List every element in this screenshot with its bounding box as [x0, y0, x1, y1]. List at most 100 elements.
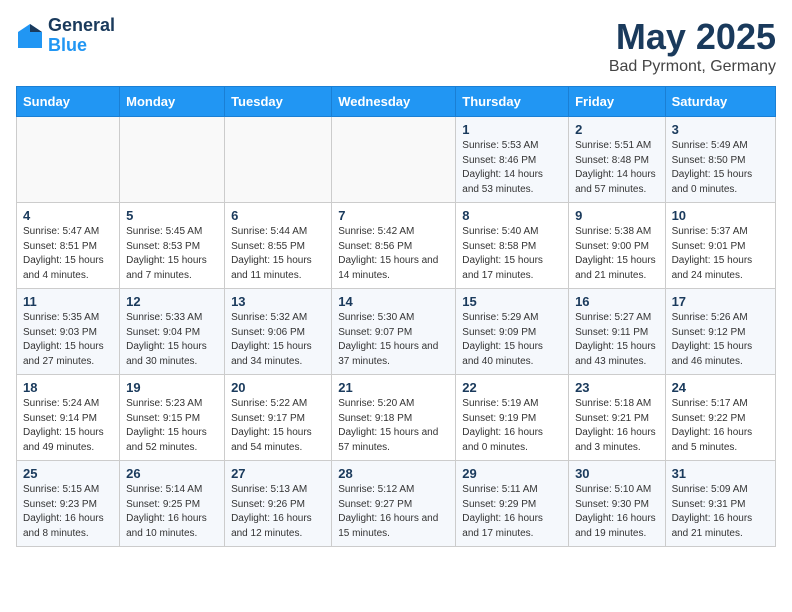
calendar-week-row: 25 Sunrise: 5:15 AM Sunset: 9:23 PM Dayli… — [17, 461, 776, 547]
day-number: 30 — [575, 466, 658, 481]
main-title: May 2025 — [609, 16, 776, 58]
calendar-cell: 12 Sunrise: 5:33 AM Sunset: 9:04 PM Dayli… — [120, 289, 225, 375]
col-header-sunday: Sunday — [17, 87, 120, 117]
day-number: 14 — [338, 294, 449, 309]
day-number: 24 — [672, 380, 769, 395]
calendar-cell: 5Sunrise: 5:45 AM Sunset: 8:53 PM Daylig… — [120, 203, 225, 289]
day-number: 19 — [126, 380, 218, 395]
calendar-cell: 3 Sunrise: 5:49 AM Sunset: 8:50 PM Daylig… — [665, 117, 775, 203]
calendar-cell: 10 Sunrise: 5:37 AM Sunset: 9:01 PM Dayli… — [665, 203, 775, 289]
calendar-week-row: 1Sunrise: 5:53 AM Sunset: 8:46 PM Daylig… — [17, 117, 776, 203]
calendar-cell: 28 Sunrise: 5:12 AM Sunset: 9:27 PM Dayli… — [332, 461, 456, 547]
day-number: 18 — [23, 380, 113, 395]
day-number: 11 — [23, 294, 113, 309]
calendar-cell: 15 Sunrise: 5:29 AM Sunset: 9:09 PM Dayli… — [456, 289, 569, 375]
calendar-cell: 18Sunrise: 5:24 AM Sunset: 9:14 PM Dayli… — [17, 375, 120, 461]
day-number: 31 — [672, 466, 769, 481]
logo-text: General Blue — [48, 16, 115, 56]
day-number: 29 — [462, 466, 562, 481]
day-number: 16 — [575, 294, 658, 309]
col-header-wednesday: Wednesday — [332, 87, 456, 117]
day-detail: Sunrise: 5:26 AM Sunset: 9:12 PM Dayligh… — [672, 312, 753, 367]
day-number: 2 — [575, 122, 658, 137]
day-number: 12 — [126, 294, 218, 309]
calendar-cell — [17, 117, 120, 203]
col-header-friday: Friday — [569, 87, 665, 117]
day-number: 25 — [23, 466, 113, 481]
calendar-cell: 17 Sunrise: 5:26 AM Sunset: 9:12 PM Dayli… — [665, 289, 775, 375]
col-header-thursday: Thursday — [456, 87, 569, 117]
calendar-cell: 22 Sunrise: 5:19 AM Sunset: 9:19 PM Dayli… — [456, 375, 569, 461]
calendar-cell: 14 Sunrise: 5:30 AM Sunset: 9:07 PM Dayli… — [332, 289, 456, 375]
page-header: General Blue May 2025 Bad Pyrmont, Germa… — [16, 16, 776, 76]
day-detail: Sunrise: 5:47 AM Sunset: 8:51 PM Dayligh… — [23, 226, 104, 281]
day-number: 26 — [126, 466, 218, 481]
day-detail: Sunrise: 5:14 AM Sunset: 9:25 PM Dayligh… — [126, 484, 207, 539]
calendar-cell: 30Sunrise: 5:10 AM Sunset: 9:30 PM Dayli… — [569, 461, 665, 547]
day-detail: Sunrise: 5:49 AM Sunset: 8:50 PM Dayligh… — [672, 140, 753, 195]
col-header-monday: Monday — [120, 87, 225, 117]
day-number: 3 — [672, 122, 769, 137]
col-header-tuesday: Tuesday — [225, 87, 332, 117]
day-detail: Sunrise: 5:38 AM Sunset: 9:00 PM Dayligh… — [575, 226, 656, 281]
calendar-cell: 8 Sunrise: 5:40 AM Sunset: 8:58 PM Daylig… — [456, 203, 569, 289]
day-number: 15 — [462, 294, 562, 309]
day-number: 22 — [462, 380, 562, 395]
calendar-cell: 21 Sunrise: 5:20 AM Sunset: 9:18 PM Dayli… — [332, 375, 456, 461]
calendar-cell: 19Sunrise: 5:23 AM Sunset: 9:15 PM Dayli… — [120, 375, 225, 461]
calendar-cell: 25 Sunrise: 5:15 AM Sunset: 9:23 PM Dayli… — [17, 461, 120, 547]
day-number: 8 — [462, 208, 562, 223]
day-detail: Sunrise: 5:32 AM Sunset: 9:06 PM Dayligh… — [231, 312, 312, 367]
day-detail: Sunrise: 5:30 AM Sunset: 9:07 PM Dayligh… — [338, 312, 438, 367]
day-number: 13 — [231, 294, 325, 309]
col-header-saturday: Saturday — [665, 87, 775, 117]
calendar-cell: 13 Sunrise: 5:32 AM Sunset: 9:06 PM Dayli… — [225, 289, 332, 375]
day-detail: Sunrise: 5:53 AM Sunset: 8:46 PM Dayligh… — [462, 140, 543, 195]
day-detail: Sunrise: 5:29 AM Sunset: 9:09 PM Dayligh… — [462, 312, 543, 367]
calendar-cell: 1Sunrise: 5:53 AM Sunset: 8:46 PM Daylig… — [456, 117, 569, 203]
calendar-cell: 4Sunrise: 5:47 AM Sunset: 8:51 PM Daylig… — [17, 203, 120, 289]
logo-icon — [16, 22, 44, 50]
day-detail: Sunrise: 5:42 AM Sunset: 8:56 PM Dayligh… — [338, 226, 438, 281]
calendar-cell: 2Sunrise: 5:51 AM Sunset: 8:48 PM Daylig… — [569, 117, 665, 203]
calendar-week-row: 4Sunrise: 5:47 AM Sunset: 8:51 PM Daylig… — [17, 203, 776, 289]
calendar-cell: 29 Sunrise: 5:11 AM Sunset: 9:29 PM Dayli… — [456, 461, 569, 547]
calendar-cell: 6Sunrise: 5:44 AM Sunset: 8:55 PM Daylig… — [225, 203, 332, 289]
day-detail: Sunrise: 5:20 AM Sunset: 9:18 PM Dayligh… — [338, 398, 438, 453]
day-detail: Sunrise: 5:40 AM Sunset: 8:58 PM Dayligh… — [462, 226, 543, 281]
calendar-cell: 11Sunrise: 5:35 AM Sunset: 9:03 PM Dayli… — [17, 289, 120, 375]
day-number: 27 — [231, 466, 325, 481]
calendar-cell: 24Sunrise: 5:17 AM Sunset: 9:22 PM Dayli… — [665, 375, 775, 461]
day-detail: Sunrise: 5:44 AM Sunset: 8:55 PM Dayligh… — [231, 226, 312, 281]
logo: General Blue — [16, 16, 115, 56]
day-number: 7 — [338, 208, 449, 223]
day-detail: Sunrise: 5:27 AM Sunset: 9:11 PM Dayligh… — [575, 312, 656, 367]
title-area: May 2025 Bad Pyrmont, Germany — [609, 16, 776, 76]
day-number: 9 — [575, 208, 658, 223]
day-detail: Sunrise: 5:19 AM Sunset: 9:19 PM Dayligh… — [462, 398, 543, 453]
calendar-header-row: SundayMondayTuesdayWednesdayThursdayFrid… — [17, 87, 776, 117]
day-number: 17 — [672, 294, 769, 309]
day-number: 28 — [338, 466, 449, 481]
calendar-cell: 16 Sunrise: 5:27 AM Sunset: 9:11 PM Dayli… — [569, 289, 665, 375]
logo-blue: Blue — [48, 36, 115, 56]
calendar-cell: 7 Sunrise: 5:42 AM Sunset: 8:56 PM Daylig… — [332, 203, 456, 289]
day-detail: Sunrise: 5:11 AM Sunset: 9:29 PM Dayligh… — [462, 484, 543, 539]
calendar-cell: 23Sunrise: 5:18 AM Sunset: 9:21 PM Dayli… — [569, 375, 665, 461]
day-detail: Sunrise: 5:37 AM Sunset: 9:01 PM Dayligh… — [672, 226, 753, 281]
day-number: 10 — [672, 208, 769, 223]
day-detail: Sunrise: 5:15 AM Sunset: 9:23 PM Dayligh… — [23, 484, 104, 539]
calendar-cell: 27Sunrise: 5:13 AM Sunset: 9:26 PM Dayli… — [225, 461, 332, 547]
calendar-week-row: 18Sunrise: 5:24 AM Sunset: 9:14 PM Dayli… — [17, 375, 776, 461]
day-number: 23 — [575, 380, 658, 395]
day-detail: Sunrise: 5:33 AM Sunset: 9:04 PM Dayligh… — [126, 312, 207, 367]
day-detail: Sunrise: 5:22 AM Sunset: 9:17 PM Dayligh… — [231, 398, 312, 453]
subtitle: Bad Pyrmont, Germany — [609, 58, 776, 76]
day-detail: Sunrise: 5:12 AM Sunset: 9:27 PM Dayligh… — [338, 484, 438, 539]
calendar-cell: 9 Sunrise: 5:38 AM Sunset: 9:00 PM Daylig… — [569, 203, 665, 289]
calendar-cell: 26 Sunrise: 5:14 AM Sunset: 9:25 PM Dayli… — [120, 461, 225, 547]
calendar-cell — [225, 117, 332, 203]
day-number: 21 — [338, 380, 449, 395]
calendar-cell: 20Sunrise: 5:22 AM Sunset: 9:17 PM Dayli… — [225, 375, 332, 461]
day-detail: Sunrise: 5:45 AM Sunset: 8:53 PM Dayligh… — [126, 226, 207, 281]
